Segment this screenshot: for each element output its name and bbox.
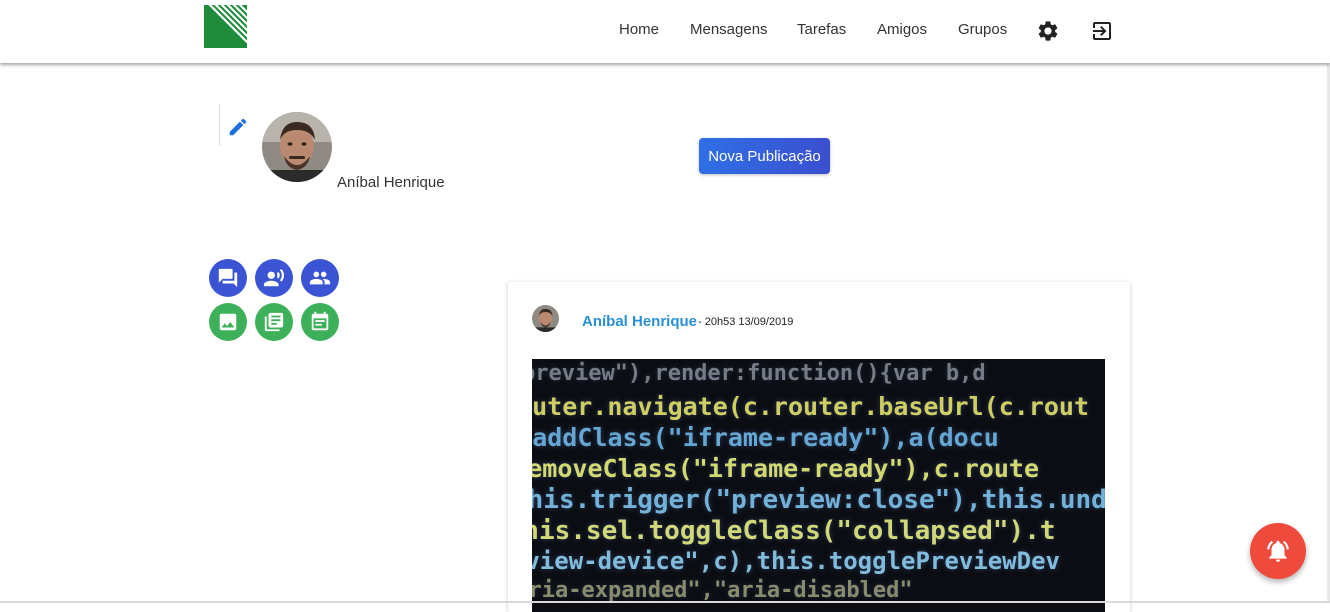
settings-icon[interactable] — [1036, 19, 1060, 43]
logout-icon[interactable] — [1090, 19, 1114, 43]
events-action-button[interactable] — [301, 303, 339, 341]
top-navbar: Home Mensagens Tarefas Amigos Grupos — [0, 0, 1330, 63]
code-text-line: preview"),render:function(){var b,d — [532, 361, 986, 386]
articles-action-button[interactable] — [255, 303, 293, 341]
profile-divider — [219, 104, 220, 146]
profile-name: Aníbal Henrique — [337, 174, 445, 191]
code-text-line: preview-device",c),this.togglePreviewDev — [532, 547, 1060, 575]
post-author-link[interactable]: Aníbal Henrique — [582, 313, 697, 330]
profile-avatar[interactable] — [262, 112, 332, 182]
notifications-fab[interactable] — [1250, 523, 1306, 579]
nav-grupos[interactable]: Grupos — [958, 21, 1007, 38]
post-image[interactable]: preview"),render:function(){var b,d route… — [532, 359, 1105, 612]
nav-mensagens[interactable]: Mensagens — [690, 21, 768, 38]
code-text-line: "aria-expanded","aria-disabled" — [532, 578, 913, 603]
bell-ring-icon — [1267, 540, 1289, 562]
code-text-line: ()),removeClass("iframe-ready"),c.route — [532, 454, 1039, 483]
post-author-avatar[interactable] — [532, 305, 559, 332]
code-text-line: ,this.sel.toggleClass("collapsed").t — [532, 516, 1056, 546]
image-icon — [219, 313, 237, 331]
voice-chat-icon — [263, 268, 285, 287]
group-icon — [309, 271, 331, 285]
app-logo[interactable] — [204, 5, 247, 48]
edit-pencil-icon[interactable] — [227, 116, 249, 138]
nav-home[interactable]: Home — [619, 21, 659, 38]
voice-chat-action-button[interactable] — [255, 259, 293, 297]
post-timestamp: - 20h53 13/09/2019 — [698, 316, 794, 328]
new-post-button[interactable]: Nova Publicação — [699, 138, 830, 174]
photos-action-button[interactable] — [209, 303, 247, 341]
code-text-line: sel.addClass("iframe-ready"),a(docu — [532, 423, 999, 452]
code-text-line: router.navigate(c.router.baseUrl(c.rout — [532, 392, 1089, 421]
event-note-icon — [311, 311, 329, 331]
messages-action-button[interactable] — [209, 259, 247, 297]
groups-action-button[interactable] — [301, 259, 339, 297]
article-icon — [264, 312, 284, 332]
nav-tarefas[interactable]: Tarefas — [797, 21, 846, 38]
nav-amigos[interactable]: Amigos — [877, 21, 927, 38]
forum-icon — [218, 268, 238, 288]
code-text-line: this.trigger("preview:close"),this.undel… — [532, 485, 1105, 515]
post-card: Aníbal Henrique - 20h53 13/09/2019 previ… — [508, 282, 1130, 612]
